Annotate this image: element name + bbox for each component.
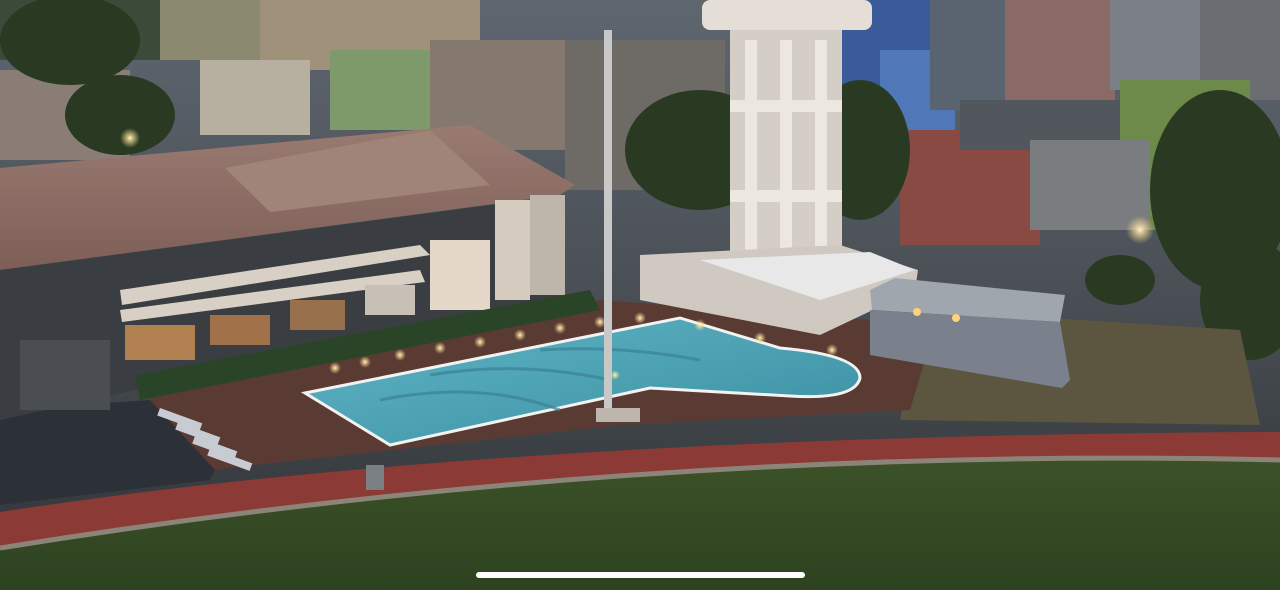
aerial-photo — [0, 0, 1280, 590]
flag-pole-base — [596, 408, 640, 422]
home-indicator[interactable] — [476, 572, 805, 578]
flag-pole — [604, 30, 612, 415]
trash-bin — [366, 465, 384, 490]
